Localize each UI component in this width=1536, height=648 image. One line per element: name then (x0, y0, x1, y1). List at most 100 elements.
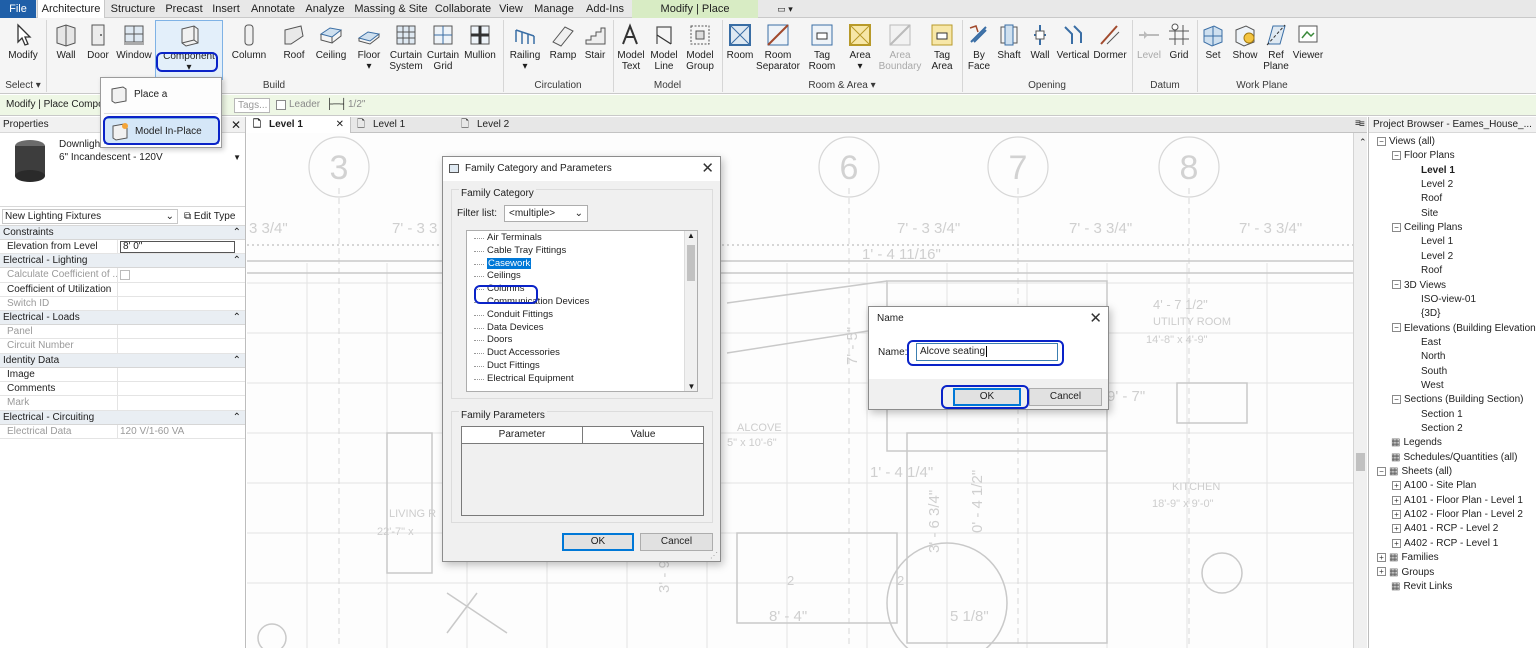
tab-modify-place-component[interactable]: Modify | Place Component (632, 0, 758, 33)
expand-icon[interactable]: + (1392, 538, 1401, 548)
browser-node[interactable]: Level 2 (1407, 178, 1453, 192)
view-tab-level-1-active[interactable]: 🗋 Level 1 ✕ (247, 117, 351, 133)
expand-icon[interactable]: + (1377, 567, 1386, 577)
browser-node[interactable]: Level 1 (1407, 235, 1453, 249)
browser-node[interactable]: + ▦ Groups (1377, 566, 1434, 580)
tag-room-button[interactable]: Tag Room (804, 20, 840, 80)
elevation-input[interactable]: 8' 0" (120, 241, 235, 253)
tab-view[interactable]: View (496, 0, 526, 18)
drawing-canvas[interactable]: 3 6 7 8 3 3/4" 7' - 3 3 7' - 3 3/4" 7' -… (247, 133, 1353, 648)
browser-node[interactable]: −3D Views (1392, 279, 1446, 293)
expand-icon[interactable]: + (1392, 495, 1401, 505)
model-group-button[interactable]: Model Group (683, 20, 717, 80)
browser-node[interactable]: Site (1407, 207, 1438, 221)
canvas-vertical-scrollbar[interactable] (1353, 133, 1367, 648)
panel-select-label[interactable]: Select ▾ (2, 80, 44, 94)
ribbon-options-icon[interactable]: ▭ ▾ (772, 0, 798, 18)
family-cancel-button[interactable]: Cancel (640, 533, 713, 551)
browser-node[interactable]: − Sections (Building Section) (1392, 393, 1524, 407)
scroll-up-icon[interactable]: ⌃ (1359, 137, 1367, 148)
browser-node[interactable]: {3D} (1407, 307, 1440, 321)
category-list-item[interactable]: Doors (467, 334, 512, 346)
opening-wall-button[interactable]: Wall (1026, 20, 1054, 80)
browser-node[interactable]: ISO-view-01 (1407, 293, 1476, 307)
browser-node[interactable]: ▦ Legends (1377, 436, 1442, 450)
browser-node[interactable]: ▦ Revit Links (1377, 580, 1452, 594)
close-icon[interactable]: ✕ (1089, 307, 1102, 331)
tab-annotate[interactable]: Annotate (247, 0, 299, 18)
grid-button[interactable]: Grid (1164, 20, 1194, 80)
browser-node[interactable]: East (1407, 336, 1441, 350)
tab-massing-site[interactable]: Massing & Site (351, 0, 431, 18)
view-tab-level-2[interactable]: 🗋 Level 2 (455, 117, 559, 133)
model-text-button[interactable]: Model Text (615, 20, 647, 80)
leader-checkbox[interactable] (276, 100, 286, 110)
collapse-icon[interactable]: − (1392, 280, 1401, 290)
collapse-icon[interactable]: − (1392, 151, 1401, 161)
browser-node[interactable]: Section 2 (1407, 422, 1463, 436)
category-list-item[interactable]: Ceilings (467, 270, 521, 282)
browser-node[interactable]: + A101 - Floor Plan - Level 1 (1392, 494, 1523, 508)
edit-type-button[interactable]: ⧉ Edit Type (184, 209, 235, 224)
tag-area-button[interactable]: Tag Area (925, 20, 959, 80)
close-icon[interactable]: ✕ (336, 117, 344, 133)
expand-icon[interactable]: + (1392, 481, 1401, 491)
level-button[interactable]: Level (1134, 20, 1164, 80)
scroll-up-icon[interactable]: ▲ (685, 231, 697, 240)
category-list-scrollbar[interactable]: ▲ ▼ (684, 231, 697, 391)
door-button[interactable]: Door (84, 20, 112, 80)
category-list-item[interactable]: Conduit Fittings (467, 309, 553, 321)
category-list-item[interactable]: Duct Accessories (467, 347, 560, 359)
group-electrical-lighting[interactable]: Electrical - Lighting ⌃ (0, 254, 245, 269)
panel-menu-icon[interactable]: ≡ (1359, 119, 1365, 130)
category-list-item[interactable]: Air Terminals (467, 232, 542, 244)
expand-icon[interactable]: + (1377, 553, 1386, 562)
room-separator-button[interactable]: Room Separator (756, 20, 800, 80)
browser-node[interactable]: Level 1 (1407, 164, 1455, 178)
room-button[interactable]: Room (724, 20, 756, 80)
viewer-button[interactable]: Viewer (1291, 20, 1325, 80)
collapse-icon[interactable]: − (1392, 222, 1401, 232)
group-electrical-loads[interactable]: Electrical - Loads ⌃ (0, 311, 245, 326)
vertical-button[interactable]: Vertical (1056, 20, 1090, 80)
browser-node[interactable]: North (1407, 350, 1445, 364)
browser-node[interactable]: + ▦ Families (1377, 551, 1439, 565)
filter-list-dropdown[interactable]: <multiple> ⌄ (504, 205, 588, 222)
curtain-system-button[interactable]: Curtain System (387, 20, 425, 80)
tab-file[interactable]: File (0, 0, 36, 18)
group-constraints[interactable]: Constraints ⌃ (0, 226, 245, 240)
ref-plane-button[interactable]: Ref Plane (1261, 20, 1291, 80)
railing-button[interactable]: Railing ▾ (507, 20, 543, 80)
family-ok-button[interactable]: OK (562, 533, 634, 551)
collapse-icon[interactable]: − (1392, 395, 1401, 405)
instance-selector-dropdown[interactable]: New Lighting Fixtures ⌄ (2, 209, 178, 224)
tab-analyze[interactable]: Analyze (302, 0, 348, 18)
collapse-icon[interactable]: − (1392, 323, 1401, 333)
scroll-thumb[interactable] (1356, 453, 1365, 471)
category-list-item[interactable]: Cable Tray Fittings (467, 245, 566, 257)
shaft-button[interactable]: Shaft (995, 20, 1023, 80)
area-button[interactable]: Area ▾ (843, 20, 877, 80)
browser-node[interactable]: + A402 - RCP - Level 1 (1392, 537, 1498, 551)
area-boundary-button[interactable]: Area Boundary (878, 20, 922, 80)
browser-node[interactable]: − ▦ Sheets (all) (1377, 465, 1452, 479)
wall-button[interactable]: Wall (50, 20, 82, 80)
ceiling-button[interactable]: Ceiling (313, 20, 349, 80)
calculate-coefficient-checkbox[interactable] (120, 270, 130, 281)
tab-manage[interactable]: Manage (531, 0, 577, 18)
browser-node[interactable]: − Ceiling Plans (1392, 221, 1462, 235)
curtain-grid-button[interactable]: Curtain Grid (425, 20, 461, 80)
expand-icon[interactable]: + (1392, 509, 1401, 519)
by-face-button[interactable]: By Face (964, 20, 994, 80)
view-tab-level-1[interactable]: 🗋 Level 1 (351, 117, 455, 133)
tab-precast[interactable]: Precast (163, 0, 205, 18)
category-list[interactable]: Air Terminals Cable Tray Fittings Casework… (466, 230, 698, 392)
place-component-item[interactable]: Place a Component (104, 82, 219, 126)
tags-dropdown[interactable]: Tags... (234, 98, 270, 113)
name-cancel-button[interactable]: Cancel (1029, 388, 1102, 406)
category-list-item[interactable]: Casework (467, 257, 532, 270)
group-electrical-circuiting[interactable]: Electrical - Circuiting ⌃ (0, 410, 245, 425)
tab-structure[interactable]: Structure (107, 0, 159, 18)
category-list-item[interactable]: Electrical Equipment (467, 373, 574, 385)
show-button[interactable]: Show (1229, 20, 1261, 80)
